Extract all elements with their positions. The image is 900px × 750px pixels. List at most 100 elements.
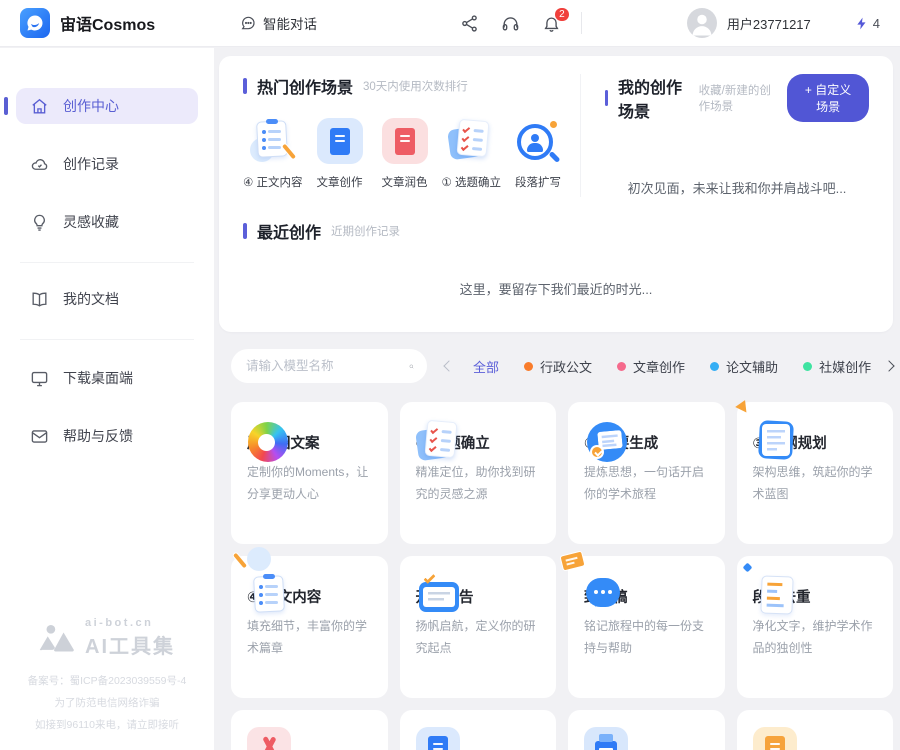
home-icon (30, 97, 49, 116)
magnifier-person-icon (515, 118, 561, 164)
card-desc: 架构思维，筑起你的学术蓝图 (753, 462, 878, 505)
top-header: 宙语Cosmos 智能对话 2 用户23771217 (0, 0, 900, 47)
filter-bar: 全部 行政公文 文章创作 论文辅助 社媒创作 工作提 (231, 348, 893, 384)
hot-scene-body-content[interactable]: ④ 正文内容 (243, 118, 303, 190)
custom-scene-button[interactable]: + 自定义场景 (787, 74, 869, 122)
sidebar-item-label: 创作记录 (63, 154, 119, 174)
sidebar-item-creation-center[interactable]: 创作中心 (16, 88, 198, 124)
main-content: 热门创作场景 30天内使用次数排行 ④ 正文内容 文章创作 (219, 48, 893, 750)
username: 用户23771217 (727, 14, 811, 33)
headset-icon[interactable] (501, 14, 520, 33)
overview-panel: 热门创作场景 30天内使用次数排行 ④ 正文内容 文章创作 (219, 56, 893, 332)
checklist-paper-icon (448, 118, 494, 164)
app-title: 宙语Cosmos (60, 11, 155, 35)
printer-icon (584, 727, 628, 750)
card-desc: 精准定位，助你找到研究的灵感之源 (416, 462, 541, 505)
hot-scene-label: ① 选题确立 (442, 174, 502, 190)
lightbulb-icon (30, 213, 49, 232)
app-brand[interactable]: 宙语Cosmos (20, 8, 155, 38)
section-accent-bar (243, 223, 247, 239)
header-actions: 2 用户23771217 4 (438, 8, 880, 38)
chevron-left-icon[interactable] (443, 360, 454, 371)
hot-scenes-row: ④ 正文内容 文章创作 文章润色 ① 选题确立 (243, 118, 572, 190)
chevron-right-icon[interactable] (883, 360, 894, 371)
sidebar-item-label: 帮助与反馈 (63, 426, 133, 446)
mail-icon (30, 427, 49, 446)
sidebar-item-inspiration[interactable]: 灵感收藏 (16, 204, 198, 240)
hot-scene-article-writing[interactable]: 文章创作 (312, 118, 368, 190)
my-scenes-section: 我的创作场景 收藏/新建的创作场景 + 自定义场景 初次见面，未来让我和你并肩战… (581, 74, 869, 197)
app-logo-icon (20, 8, 50, 38)
card-paragraph-dedup[interactable]: 段落去重 净化文字，维护学术作品的独创性 (737, 556, 894, 698)
blue-book-icon (317, 118, 363, 164)
tab-thesis-assist[interactable]: 论文辅助 (710, 357, 778, 376)
card-moments-copy[interactable]: 朋友圈文案 定制你的Moments，让分享更动人心 (231, 402, 388, 544)
hot-scene-label: 文章润色 (382, 174, 428, 190)
app-window: 宙语Cosmos 智能对话 2 用户23771217 (0, 0, 900, 750)
bell-icon[interactable]: 2 (542, 14, 561, 33)
category-dot (710, 362, 719, 371)
divider (20, 262, 194, 263)
hot-scenes-section: 热门创作场景 30天内使用次数排行 ④ 正文内容 文章创作 (243, 74, 581, 197)
divider (581, 12, 582, 34)
icp-number: 备案号：蜀ICP备2023039559号-4 (0, 673, 214, 688)
section-accent-bar (605, 90, 608, 106)
tab-label: 社媒创作 (819, 357, 871, 376)
sidebar-item-label: 下载桌面端 (63, 368, 133, 388)
sidebar-item-label: 灵感收藏 (63, 212, 119, 232)
card-topic-selection[interactable]: ① 选题确立 精准定位，助你找到研究的灵感之源 (400, 402, 557, 544)
sidebar-item-help-feedback[interactable]: 帮助与反馈 (16, 418, 198, 454)
notification-badge: 2 (554, 7, 570, 22)
recent-empty-text: 这里，要留存下我们最近的时光... (243, 279, 869, 298)
card-proposal-report[interactable]: 开题报告 扬帆启航，定义你的研究起点 (400, 556, 557, 698)
my-scenes-empty-text: 初次见面，未来让我和你并肩战斗吧... (605, 178, 869, 197)
tab-all[interactable]: 全部 (473, 357, 499, 376)
card-desc: 填充细节，丰富你的学术篇章 (247, 616, 372, 659)
card-partial-1[interactable] (231, 710, 388, 750)
tab-social-media[interactable]: 社媒创作 (803, 357, 871, 376)
sidebar-item-download-desktop[interactable]: 下载桌面端 (16, 360, 198, 396)
hot-scene-topic-selection[interactable]: ① 选题确立 (442, 118, 502, 190)
card-partial-2[interactable] (400, 710, 557, 750)
my-scenes-title: 我的创作场景 (618, 74, 689, 122)
sidebar-item-creation-records[interactable]: 创作记录 (16, 146, 198, 182)
hot-scene-paragraph-expand[interactable]: 段落扩写 (510, 118, 566, 190)
card-acknowledgement[interactable]: 致谢稿 铭记旅程中的每一份支持与帮助 (568, 556, 725, 698)
card-body-content[interactable]: ④ 正文内容 填充细节，丰富你的学术篇章 (231, 556, 388, 698)
avatar (687, 8, 717, 38)
search-input[interactable] (244, 358, 409, 374)
sidebar-footer: ai-bot.cn AI工具集 备案号：蜀ICP备2023039559号-4 为… (0, 617, 214, 732)
sidebar-item-label: 我的文档 (63, 289, 119, 309)
card-desc: 铭记旅程中的每一份支持与帮助 (584, 616, 709, 659)
red-book-icon (382, 118, 428, 164)
user-chip[interactable]: 用户23771217 (687, 8, 811, 38)
card-partial-3[interactable] (568, 710, 725, 750)
card-abstract-generation[interactable]: ② 摘要生成 提炼思想，一句话开启你的学术旅程 (568, 402, 725, 544)
my-scenes-subtitle: 收藏/新建的创作场景 (699, 82, 778, 114)
nav-smart-chat[interactable]: 智能对话 (240, 13, 317, 33)
tab-article-writing[interactable]: 文章创作 (617, 357, 685, 376)
category-dot (524, 362, 533, 371)
share-icon[interactable] (460, 14, 479, 33)
energy-counter[interactable]: 4 (855, 16, 880, 31)
tab-label: 论文辅助 (726, 357, 778, 376)
sidebar-item-label: 创作中心 (63, 96, 119, 116)
hot-scenes-title: 热门创作场景 (257, 74, 353, 98)
energy-count: 4 (873, 16, 880, 31)
ai-bot-wordmark: ai-bot.cn AI工具集 (85, 617, 175, 659)
hot-scene-label: 文章创作 (317, 174, 363, 190)
recent-title: 最近创作 (257, 219, 321, 243)
hot-scene-article-polish[interactable]: 文章润色 (377, 118, 433, 190)
card-partial-4[interactable] (737, 710, 894, 750)
tab-official-docs[interactable]: 行政公文 (524, 357, 592, 376)
card-outline-planning[interactable]: ③ 大纲规划 架构思维，筑起你的学术蓝图 (737, 402, 894, 544)
recent-creations-section: 最近创作 近期创作记录 这里，要留存下我们最近的时光... (243, 219, 869, 298)
tab-label: 全部 (473, 357, 499, 376)
sidebar-item-my-documents[interactable]: 我的文档 (16, 281, 198, 317)
card-desc: 定制你的Moments，让分享更动人心 (247, 462, 372, 505)
ai-bot-domain: ai-bot.cn (85, 617, 175, 629)
hot-scenes-subtitle: 30天内使用次数排行 (363, 78, 468, 94)
ai-bot-name: AI工具集 (85, 630, 175, 659)
card-desc: 提炼思想，一句话开启你的学术旅程 (584, 462, 709, 505)
model-search-box[interactable] (231, 349, 427, 383)
